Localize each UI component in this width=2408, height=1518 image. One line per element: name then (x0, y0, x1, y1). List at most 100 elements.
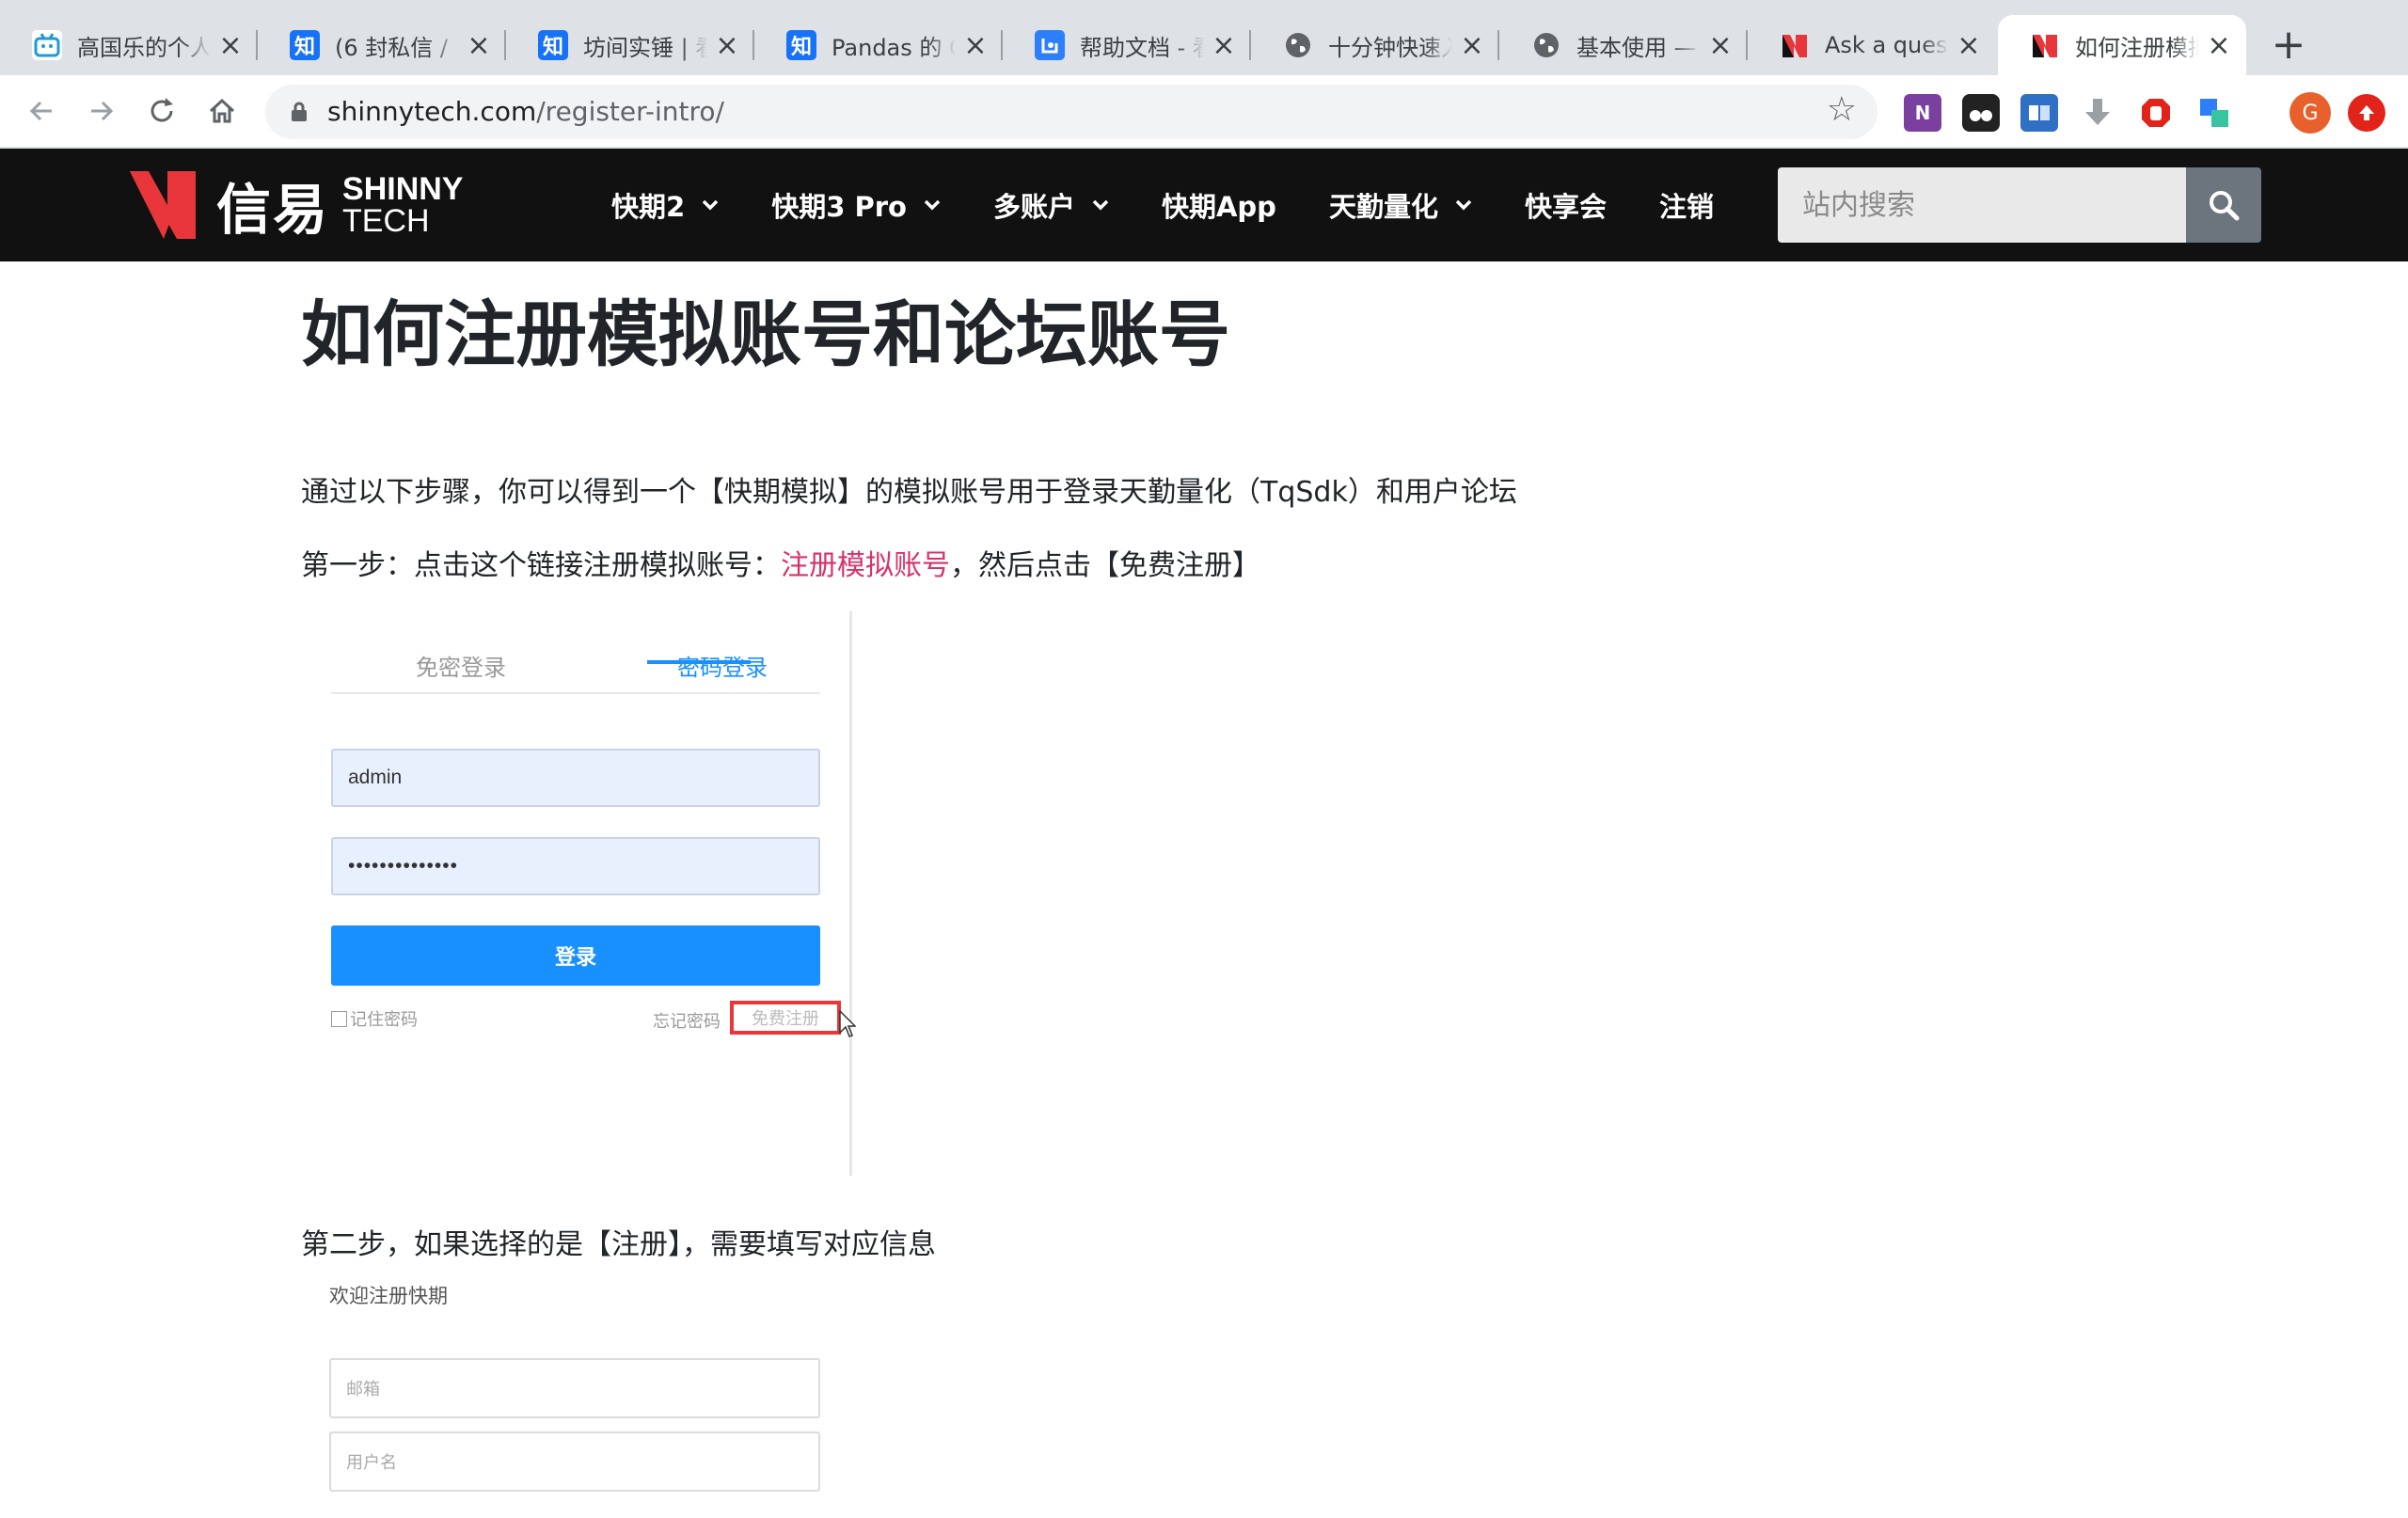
remember-password: 记住密码 (331, 1006, 418, 1031)
globe-icon (1283, 30, 1313, 60)
translate-extension-icon[interactable] (2195, 94, 2233, 132)
username-field: admin (331, 749, 820, 807)
browser-tab[interactable]: 帮助文档 - 看看 × (1003, 15, 1251, 75)
adblock-extension-icon[interactable] (2137, 94, 2175, 132)
email-field: 邮箱 (329, 1358, 820, 1418)
tab-title: Pandas 的 Cheat (832, 34, 956, 61)
url-text: shinnytech.com/register-intro/ (327, 96, 724, 127)
tab-title: (6 封私信 / 1 条消息) (335, 34, 459, 61)
login-tabs: 免密登录 密码登录 (331, 641, 820, 694)
login-form-screenshot: 免密登录 密码登录 admin •••••••••••••• 登录 记住密码 忘… (301, 611, 856, 1176)
tab-title: Ask a question (1825, 32, 1949, 58)
shinny-icon (1780, 30, 1810, 60)
search-input[interactable] (1778, 167, 2186, 243)
mouse-cursor-icon (839, 1010, 856, 1037)
browser-tab-active[interactable]: 如何注册模拟账号 × (1998, 15, 2246, 75)
tab-close-icon[interactable]: × (1212, 29, 1236, 62)
tab-close-icon[interactable]: × (467, 29, 491, 62)
main-menu: 快期2 快期3 Pro 多账户 快期App 天勤量化 快享会 注销 (611, 149, 1766, 261)
tab-title: 十分钟快速入门 (1328, 34, 1452, 61)
arrow-right-icon (91, 101, 114, 121)
password-field: •••••••••••••• (331, 837, 820, 895)
menu-item-kuaiqi-app[interactable]: 快期App (1162, 185, 1276, 225)
tab-close-icon[interactable]: × (963, 29, 988, 62)
login-button: 登录 (331, 925, 820, 986)
tab-close-icon[interactable]: × (715, 29, 739, 62)
search-button[interactable] (2186, 167, 2261, 243)
tab-close-icon[interactable]: × (2207, 29, 2231, 62)
reader-extension-icon[interactable] (2020, 94, 2058, 132)
menu-item-kuaiqi2[interactable]: 快期2 (611, 185, 719, 225)
forward-button[interactable] (77, 87, 126, 135)
zhihu-icon: 知 (538, 30, 568, 60)
update-icon[interactable] (2348, 94, 2385, 132)
bookmark-star-icon[interactable]: ☆ (1827, 90, 1857, 129)
browser-tab[interactable]: Ask a question × (1748, 15, 1996, 75)
browser-toolbar: shinnytech.com/register-intro/ ☆ N G (0, 75, 2408, 149)
menu-item-kuaixianghui[interactable]: 快享会 (1525, 185, 1607, 225)
shinny-icon (2030, 30, 2060, 60)
profile-avatar[interactable]: G (2289, 92, 2331, 134)
logo-english-text: SHINNY TECH (342, 171, 464, 239)
zhihu-icon: 知 (786, 30, 816, 60)
step2-paragraph: 第二步，如果选择的是【注册】，需要填写对应信息 (301, 1228, 936, 1261)
username-field: 用户名 (329, 1431, 820, 1492)
home-icon (209, 98, 235, 123)
chevron-down-icon (1455, 199, 1472, 211)
tab-title: 帮助文档 - 看看 (1080, 34, 1204, 61)
intro-paragraph: 通过以下步骤，你可以得到一个【快期模拟】的模拟账号用于登录天勤量化（TqSdk）… (301, 476, 1517, 509)
tab-close-icon[interactable]: × (1708, 29, 1733, 62)
active-tab-underline (647, 660, 751, 664)
tab-password-login: 密码登录 (677, 655, 768, 681)
chevron-down-icon (924, 199, 941, 211)
zhihu-icon: 知 (290, 30, 320, 60)
tab-close-icon[interactable]: × (218, 29, 243, 62)
address-bar[interactable]: shinnytech.com/register-intro/ ☆ (265, 85, 1877, 139)
home-button[interactable] (198, 87, 246, 135)
shinny-logo-icon (130, 171, 196, 239)
tab-title: 如何注册模拟账号 (2075, 34, 2199, 61)
forgot-password-text: 忘记密码 (653, 1012, 721, 1032)
browser-tab[interactable]: 知 Pandas 的 Cheat × (754, 15, 1003, 75)
site-logo[interactable]: 信易 SHINNY TECH (130, 169, 464, 242)
reload-button[interactable] (137, 87, 186, 135)
tab-close-icon[interactable]: × (1956, 29, 1981, 62)
tab-close-icon[interactable]: × (1460, 29, 1484, 62)
page-title: 如何注册模拟账号和论坛账号 (301, 293, 1230, 376)
tab-title: 高国乐的个人空间 (77, 34, 211, 61)
browser-tab-strip: 高国乐的个人空间 × 知 (6 封私信 / 1 条消息) × 知 坊间实锤 | … (0, 0, 2408, 75)
globe-icon (1531, 30, 1561, 60)
browser-tab[interactable]: 知 (6 封私信 / 1 条消息) × (258, 15, 506, 75)
register-heading: 欢迎注册快期 (329, 1285, 448, 1307)
arrow-left-icon (29, 101, 52, 121)
browser-tab[interactable]: 高国乐的个人空间 × (0, 15, 258, 75)
reload-icon (150, 98, 173, 122)
menu-item-multi-account[interactable]: 多账户 (993, 185, 1109, 225)
download-extension-icon[interactable] (2079, 94, 2116, 132)
help-doc-icon (1035, 30, 1065, 60)
free-register-highlight: 免费注册 (730, 1001, 841, 1035)
menu-item-logout[interactable]: 注销 (1659, 185, 1714, 225)
lock-icon (292, 102, 307, 121)
onenote-extension-icon[interactable]: N (1904, 94, 1941, 132)
tab-title: 基本使用 — Tq (1576, 34, 1701, 61)
browser-tab[interactable]: 知 坊间实锤 | 看看 × (506, 15, 754, 75)
bilibili-icon (32, 30, 62, 60)
logo-chinese-text: 信易 (216, 178, 330, 242)
new-tab-button[interactable]: + (2265, 21, 2312, 69)
search-icon (2210, 191, 2240, 221)
back-button[interactable] (17, 87, 66, 135)
browser-tab[interactable]: 基本使用 — Tq × (1499, 15, 1748, 75)
site-header: 信易 SHINNY TECH 快期2 快期3 Pro 多账户 快期App 天勤量… (0, 149, 2408, 261)
browser-tab[interactable]: 十分钟快速入门 × (1251, 15, 1499, 75)
menu-item-kuaiqi3-pro[interactable]: 快期3 Pro (771, 185, 941, 225)
tampermonkey-extension-icon[interactable] (1962, 94, 2000, 132)
step1-paragraph: 第一步：点击这个链接注册模拟账号：注册模拟账号，然后点击【免费注册】 (301, 549, 1260, 582)
checkbox-icon (331, 1010, 347, 1027)
register-simulated-account-link[interactable]: 注册模拟账号 (781, 549, 950, 582)
register-form-screenshot: 欢迎注册快期 邮箱 用户名 (301, 1273, 852, 1518)
tab-title: 坊间实锤 | 看看 (583, 34, 707, 61)
menu-item-tianqin-quant[interactable]: 天勤量化 (1329, 185, 1472, 225)
chevron-down-icon (702, 199, 719, 211)
chevron-down-icon (1092, 199, 1109, 211)
